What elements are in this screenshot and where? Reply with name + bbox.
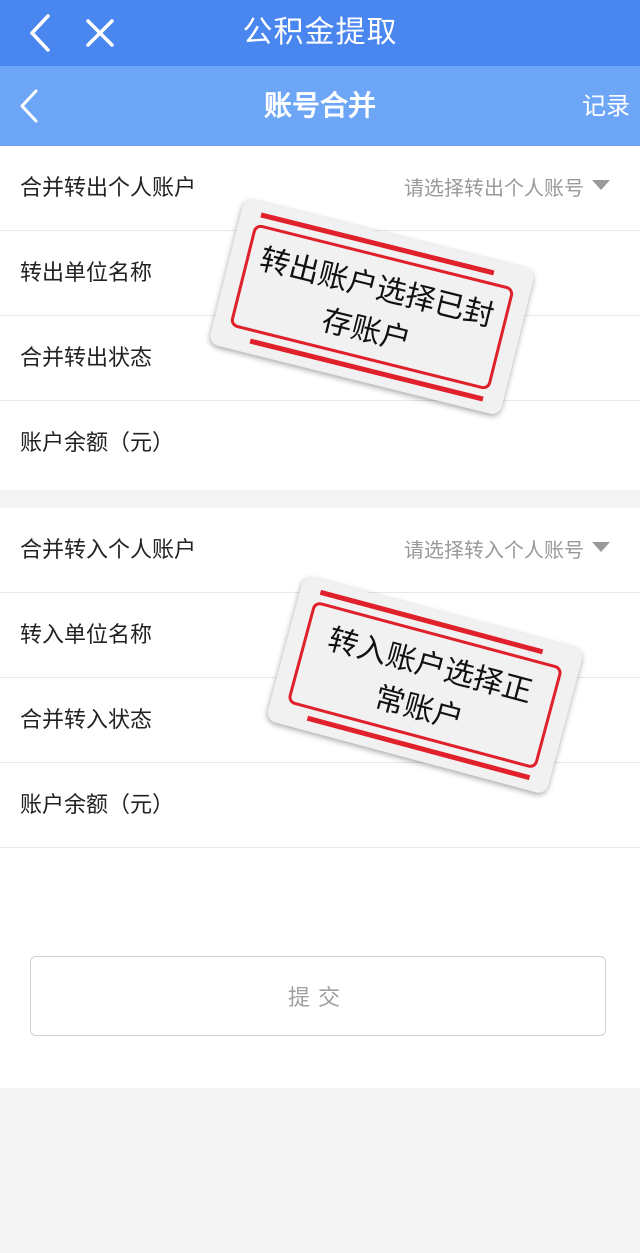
app-title: 公积金提取 [242, 15, 398, 50]
row-label: 合并转出状态 [20, 346, 153, 371]
account-select-placeholder[interactable]: 请选择转出个人账号 [404, 146, 584, 231]
row-label: 合并转出个人账户 [20, 176, 197, 201]
row-label: 合并转入个人账户 [20, 538, 197, 563]
record-link[interactable]: 记录 [582, 66, 630, 146]
account-select-placeholder[interactable]: 请选择转入个人账号 [404, 508, 584, 593]
transfer-out-balance-row: 账户余额（元） [0, 401, 640, 486]
page-title: 账号合并 [263, 89, 376, 122]
dropdown-caret-icon[interactable] [592, 542, 610, 552]
row-label: 转入单位名称 [20, 623, 153, 648]
dropdown-caret-icon[interactable] [592, 180, 610, 190]
app-title-bar: 公积金提取 [0, 0, 640, 66]
page-header: 账号合并 记录 [0, 66, 640, 146]
section-divider [0, 490, 640, 508]
row-label: 合并转入状态 [20, 708, 153, 733]
row-label: 转出单位名称 [20, 261, 153, 286]
row-label: 账户余额（元） [20, 793, 175, 818]
submit-button[interactable]: 提交 [30, 956, 606, 1036]
row-label: 账户余额（元） [20, 431, 175, 456]
page-bottom-area [0, 1088, 640, 1253]
